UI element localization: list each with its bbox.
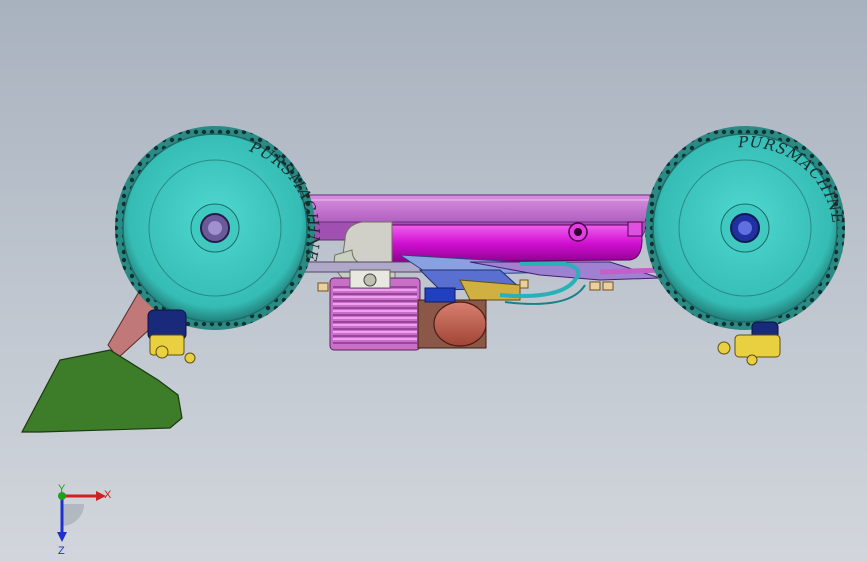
rear-left-tire[interactable]: PURSMACHINE — [115, 126, 323, 330]
cad-viewport[interactable]: PURSMACHINE PURSMACHINE X Y Z — [0, 0, 867, 562]
engine[interactable] — [329, 269, 421, 351]
front-right-tire[interactable]: PURSMACHINE — [645, 126, 847, 330]
z-axis-label: Z — [58, 545, 65, 557]
y-axis-label: Y — [58, 483, 66, 495]
x-axis-label: X — [104, 489, 112, 501]
coordinate-triad: X Y Z — [57, 483, 112, 557]
rc-car-model[interactable]: PURSMACHINE PURSMACHINE — [0, 0, 867, 562]
